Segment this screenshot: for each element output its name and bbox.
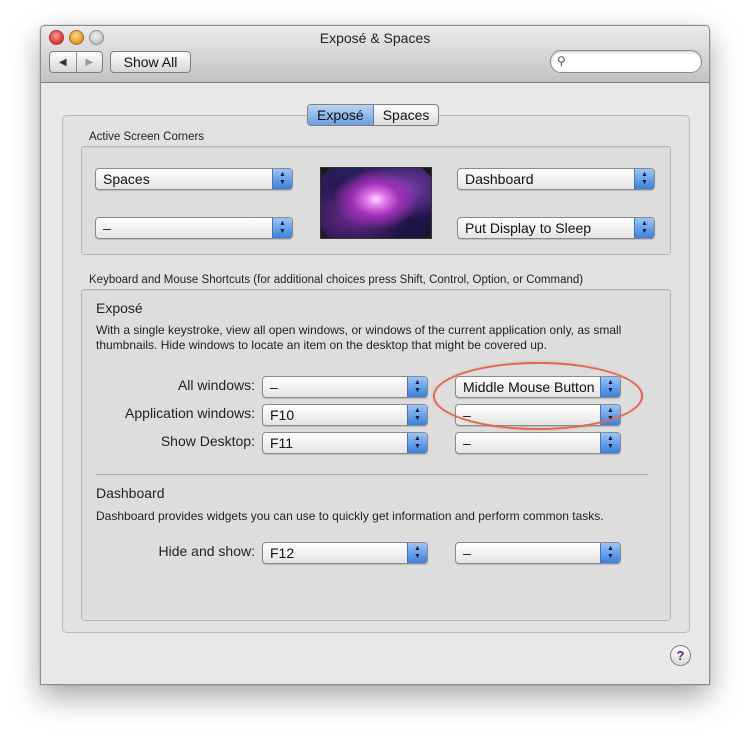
popup-arrows-icon: ▲ ▼: [600, 377, 620, 397]
dashboard-subtitle: Dashboard: [96, 485, 165, 501]
application-windows-mouse-value: –: [463, 407, 471, 423]
hide-and-show-label: Hide and show:: [158, 543, 255, 559]
title-bar: Exposé & Spaces ◀ ▶ Show All ⚲: [41, 26, 709, 83]
corner-marker-top-left-icon: [321, 168, 330, 177]
application-windows-mouse-popup[interactable]: – ▲ ▼: [455, 404, 621, 426]
tab-expose[interactable]: Exposé: [308, 105, 374, 125]
corner-marker-bottom-left-icon: [321, 229, 330, 238]
expose-description-line2: thumbnails. Hide windows to locate an it…: [96, 338, 547, 352]
corner-bottom-right-popup[interactable]: Put Display to Sleep ▲ ▼: [457, 217, 655, 239]
shortcuts-section-label: Keyboard and Mouse Shortcuts (for additi…: [89, 274, 584, 286]
tab-bar: Exposé Spaces: [307, 104, 440, 126]
hide-and-show-mouse-value: –: [463, 545, 471, 561]
preferences-window: Exposé & Spaces ◀ ▶ Show All ⚲ Exposé Sp…: [40, 25, 710, 685]
popup-arrows-icon: ▲ ▼: [272, 169, 292, 189]
popup-arrows-icon: ▲ ▼: [407, 377, 427, 397]
corner-bottom-left-popup[interactable]: – ▲ ▼: [95, 217, 293, 239]
application-windows-keyboard-value: F10: [270, 407, 295, 423]
expose-subtitle: Exposé: [96, 300, 143, 316]
popup-arrows-icon: ▲ ▼: [600, 405, 620, 425]
popup-arrows-icon: ▲ ▼: [634, 218, 654, 238]
popup-arrows-icon: ▲ ▼: [272, 218, 292, 238]
corner-top-left-popup[interactable]: Spaces ▲ ▼: [95, 168, 293, 190]
corner-bottom-right-value: Put Display to Sleep: [465, 220, 592, 236]
popup-arrows-icon: ▲ ▼: [634, 169, 654, 189]
all-windows-label: All windows:: [177, 377, 255, 393]
search-field[interactable]: ⚲: [550, 50, 702, 73]
forward-button[interactable]: ▶: [77, 52, 103, 72]
active-screen-corners-label: Active Screen Corners: [89, 131, 205, 143]
dashboard-description: Dashboard provides widgets you can use t…: [96, 509, 604, 523]
corner-top-left-value: Spaces: [103, 171, 150, 187]
popup-arrows-icon: ▲ ▼: [407, 433, 427, 453]
tab-spaces[interactable]: Spaces: [374, 105, 439, 125]
all-windows-mouse-value: Middle Mouse Button: [463, 379, 595, 395]
show-desktop-mouse-value: –: [463, 435, 471, 451]
application-windows-label: Application windows:: [125, 405, 255, 421]
all-windows-keyboard-value: –: [270, 379, 278, 395]
show-desktop-mouse-popup[interactable]: – ▲ ▼: [455, 432, 621, 454]
show-desktop-label: Show Desktop:: [160, 433, 255, 449]
hide-and-show-mouse-popup[interactable]: – ▲ ▼: [455, 542, 621, 564]
window-title: Exposé & Spaces: [319, 30, 431, 46]
corner-marker-top-right-icon: [422, 168, 431, 177]
show-desktop-keyboard-popup[interactable]: F11 ▲ ▼: [262, 432, 428, 454]
corner-bottom-left-value: –: [103, 220, 111, 236]
popup-arrows-icon: ▲ ▼: [600, 433, 620, 453]
corner-marker-bottom-right-icon: [422, 229, 431, 238]
desktop-preview-thumbnail: [320, 167, 432, 239]
help-button[interactable]: ?: [670, 645, 691, 666]
back-arrow-icon: ◀: [58, 56, 67, 68]
corner-top-right-popup[interactable]: Dashboard ▲ ▼: [457, 168, 655, 190]
all-windows-keyboard-popup[interactable]: – ▲ ▼: [262, 376, 428, 398]
search-icon: ⚲: [557, 54, 566, 68]
back-button[interactable]: ◀: [50, 52, 77, 72]
hide-and-show-keyboard-value: F12: [270, 545, 295, 561]
back-forward-group: ◀ ▶: [49, 51, 103, 73]
popup-arrows-icon: ▲ ▼: [407, 405, 427, 425]
popup-arrows-icon: ▲ ▼: [600, 543, 620, 563]
show-all-button[interactable]: Show All: [110, 51, 191, 73]
corner-top-right-value: Dashboard: [465, 171, 534, 187]
forward-arrow-icon: ▶: [85, 56, 94, 68]
expose-description-line1: With a single keystroke, view all open w…: [96, 323, 622, 337]
application-windows-keyboard-popup[interactable]: F10 ▲ ▼: [262, 404, 428, 426]
section-divider: [96, 474, 648, 475]
hide-and-show-keyboard-popup[interactable]: F12 ▲ ▼: [262, 542, 428, 564]
all-windows-mouse-popup[interactable]: Middle Mouse Button ▲ ▼: [455, 376, 621, 398]
show-desktop-keyboard-value: F11: [270, 435, 294, 451]
popup-arrows-icon: ▲ ▼: [407, 543, 427, 563]
search-input[interactable]: [573, 53, 695, 71]
